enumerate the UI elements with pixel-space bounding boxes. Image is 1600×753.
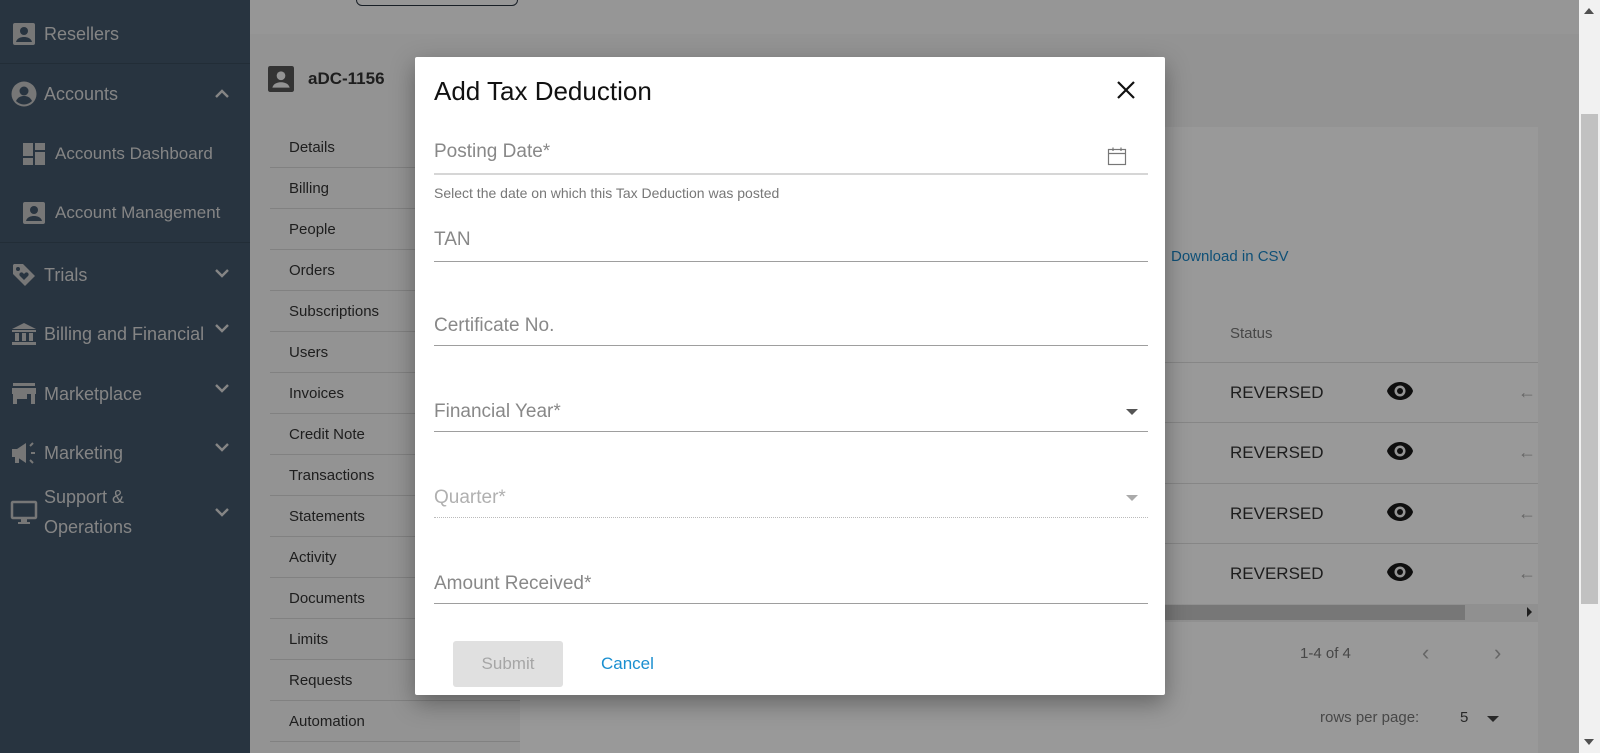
vertical-scrollbar[interactable] — [1579, 0, 1600, 753]
posting-date-helper-text: Select the date on which this Tax Deduct… — [434, 185, 780, 201]
tan-field[interactable]: TAN — [434, 229, 1148, 265]
field-underline — [434, 173, 1148, 175]
chevron-down-icon[interactable] — [212, 502, 232, 522]
submit-button[interactable]: Submit — [453, 641, 563, 687]
monitor-icon — [10, 499, 38, 527]
quarter-select: Quarter* — [434, 487, 1148, 523]
caret-down-icon[interactable] — [1126, 409, 1138, 415]
cancel-button[interactable]: Cancel — [601, 654, 654, 674]
financial-year-select[interactable]: Financial Year* — [434, 401, 1148, 437]
scrollbar-thumb[interactable] — [1581, 114, 1598, 604]
chevron-up-icon[interactable] — [212, 84, 232, 104]
field-underline — [434, 517, 1148, 518]
sidebar-item-accounts-dashboard[interactable]: Accounts Dashboard — [0, 140, 250, 168]
field-underline — [434, 603, 1148, 604]
chevron-down-icon[interactable] — [212, 318, 232, 338]
label-line: Operations — [44, 517, 133, 537]
scroll-up-arrow-icon[interactable] — [1584, 8, 1594, 14]
chevron-down-icon[interactable] — [212, 437, 232, 457]
sidebar-item-label: Support & Operations — [44, 482, 132, 542]
sidebar-item-label: Accounts Dashboard — [55, 144, 213, 163]
field-underline — [434, 261, 1148, 262]
chevron-down-icon[interactable] — [212, 263, 232, 283]
sidebar-item-label: Accounts — [44, 83, 119, 104]
tag-icon — [10, 261, 38, 289]
store-icon — [10, 380, 38, 408]
sidebar-item-billing-and-financial[interactable]: Billing and Financial — [0, 320, 250, 348]
dialog-title: Add Tax Deduction — [434, 76, 652, 106]
add-tax-deduction-dialog: Add Tax Deduction Posting Date* Select t… — [415, 57, 1165, 695]
person-badge-icon — [20, 199, 48, 227]
sidebar-item-label: Account Management — [55, 203, 221, 222]
posting-date-label: Posting Date* — [434, 141, 551, 162]
financial-year-label: Financial Year* — [434, 401, 561, 422]
calendar-icon[interactable] — [1107, 146, 1127, 171]
sidebar-item-label: Billing and Financial — [44, 323, 205, 344]
certificate-no-label: Certificate No. — [434, 315, 555, 336]
account-circle-icon — [10, 80, 38, 108]
sidebar-item-resellers[interactable]: Resellers — [0, 20, 250, 48]
chevron-down-icon[interactable] — [212, 378, 232, 398]
field-underline — [434, 345, 1148, 346]
sidebar-item-marketing[interactable]: Marketing — [0, 439, 250, 467]
sidebar-item-label: Resellers — [44, 23, 120, 44]
sidebar-item-marketplace[interactable]: Marketplace — [0, 380, 250, 408]
bank-icon — [10, 320, 38, 348]
posting-date-field[interactable]: Posting Date* — [434, 141, 1148, 177]
amount-received-label: Amount Received* — [434, 573, 592, 594]
sidebar-item-support-operations[interactable]: Support & Operations — [0, 484, 250, 544]
sidebar-item-label: Marketing — [44, 442, 124, 463]
megaphone-icon — [10, 439, 38, 467]
certificate-no-field[interactable]: Certificate No. — [434, 315, 1148, 351]
sidebar: Resellers Accounts Accounts Dashboard Ac… — [0, 0, 250, 753]
amount-received-field[interactable]: Amount Received* — [434, 573, 1148, 609]
divider — [0, 242, 250, 243]
sidebar-item-label: Trials — [44, 264, 88, 285]
sidebar-item-accounts[interactable]: Accounts — [0, 80, 250, 108]
person-badge-icon — [10, 20, 38, 48]
label-line: Support & — [44, 487, 125, 507]
divider — [0, 63, 250, 64]
field-underline — [434, 431, 1148, 432]
tan-label: TAN — [434, 229, 471, 250]
scroll-down-arrow-icon[interactable] — [1584, 739, 1594, 745]
dashboard-icon — [20, 140, 48, 168]
sidebar-item-label: Marketplace — [44, 383, 143, 404]
quarter-label: Quarter* — [434, 487, 506, 508]
sidebar-item-trials[interactable]: Trials — [0, 261, 250, 289]
caret-down-icon — [1126, 495, 1138, 501]
close-icon[interactable] — [1115, 79, 1137, 101]
sidebar-item-account-management[interactable]: Account Management — [0, 199, 250, 227]
